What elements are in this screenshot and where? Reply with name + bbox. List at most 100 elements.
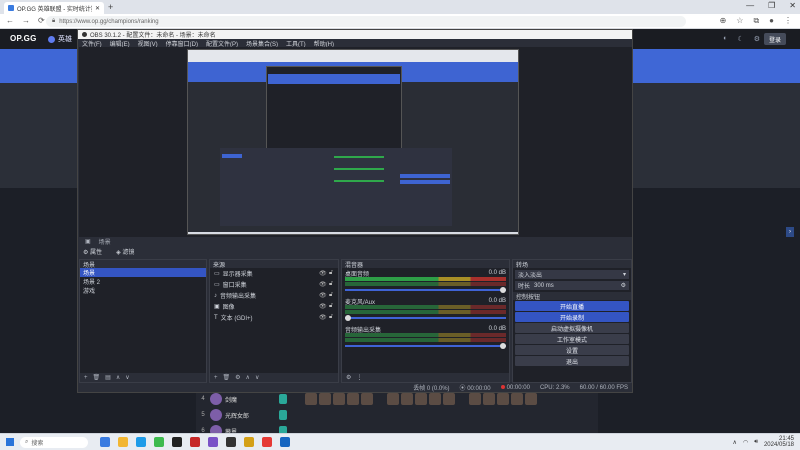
source-item[interactable]: ▭ 窗口采集 👁︎ 🔓︎ [210,279,338,290]
zoom-icon[interactable]: ⊕ [720,16,727,26]
transition-select[interactable]: 淡入淡出 ▾ [515,270,629,279]
dark-mode-icon[interactable]: ☾ [737,35,743,43]
volume-icon[interactable]: 🔊︎ [754,439,758,446]
lock-icon[interactable]: 🔓︎ [328,314,334,321]
visibility-eye-icon[interactable]: 👁︎ [319,292,327,299]
scene-item[interactable]: 游戏 [80,286,206,295]
studio-mode-button[interactable]: 工作室模式 [515,334,629,344]
filters-button[interactable]: ◈ 滤镜 [116,247,134,256]
slider-knob[interactable] [345,315,351,321]
rec-time: 00:00:00 [506,384,530,391]
start-recording-button[interactable]: 开始录制 [515,312,629,322]
volume-slider[interactable] [345,287,506,293]
network-icon[interactable]: ◠ [743,439,748,446]
mixer-track: 音频输出采集 0.0 dB [342,324,509,352]
move-down-icon[interactable]: ∨ [125,374,129,381]
preview-canvas[interactable] [187,49,519,235]
row-rank: 4 [201,396,205,402]
taskbar-search[interactable]: ⌕ 搜索 [20,437,88,448]
champion-name: 光辉女郎 [225,413,250,420]
virtual-camera-button[interactable]: 启动虚拟摄像机 [515,323,629,333]
slider-knob[interactable] [500,343,506,349]
windows-start-icon[interactable] [6,438,14,446]
visibility-eye-icon[interactable]: 👁︎ [319,281,327,288]
lock-icon[interactable]: 🔓︎ [328,303,334,310]
table-row[interactable]: 4 剑魔 [196,391,598,407]
clock[interactable]: 21:45 2024/05/18 [764,436,794,448]
source-label: 音频输出采集 [220,294,257,300]
site-game-selector[interactable]: 英雄 [48,34,72,44]
lock-icon[interactable]: 🔓︎ [328,281,334,288]
url-input[interactable]: 🔒︎ https://www.op.gg/champions/ranking [46,16,686,27]
properties-button[interactable]: ⚙ 属性 [83,247,102,256]
volume-slider[interactable] [345,315,506,321]
steam-icon[interactable] [172,437,182,447]
explorer-icon[interactable] [100,437,110,447]
tier-badge [279,394,287,404]
source-item[interactable]: ▭ 显示器采集 👁︎ 🔓︎ [210,268,338,279]
wechat-icon[interactable] [154,437,164,447]
exit-button[interactable]: 退出 [515,356,629,366]
gear-icon[interactable]: ⚙ [621,282,626,289]
visibility-eye-icon[interactable]: 👁︎ [319,314,327,321]
obs-taskbar-icon[interactable] [226,437,236,447]
delete-icon[interactable]: 🗑︎ [223,374,231,381]
source-item[interactable]: ♪ 音频输出采集 👁︎ 🔓︎ [210,290,338,301]
image-icon: ▣ [214,304,220,310]
add-icon[interactable]: + [84,375,88,381]
netease-icon[interactable] [190,437,200,447]
back-arrow-icon[interactable]: ← [6,16,14,25]
lock-icon[interactable]: 🔓︎ [328,270,334,277]
settings-icon[interactable]: ⚙ [754,35,760,43]
scene-item[interactable]: 场景 [80,268,206,277]
start-streaming-button[interactable]: 开始直播 [515,301,629,311]
move-up-icon[interactable]: ∧ [116,374,120,381]
extensions-icon[interactable]: ⧉ [753,16,759,26]
mixer-settings-icon[interactable]: ⚙ [346,374,351,381]
table-row[interactable]: 5 光辉女郎 [196,407,598,423]
app-icon[interactable] [208,437,218,447]
move-up-icon[interactable]: ∧ [246,374,250,381]
profile-icon[interactable]: ● [769,16,774,26]
reload-icon[interactable]: ⟳ [38,16,45,25]
delete-icon[interactable]: 🗑︎ [93,374,101,381]
edge-icon[interactable] [136,437,146,447]
star-icon[interactable]: ☆ [736,16,743,26]
settings-button[interactable]: 设置 [515,345,629,355]
chevron-up-icon[interactable]: ∧ [733,439,737,446]
translate-icon[interactable]: ◐ [723,35,727,43]
app-icon[interactable] [262,437,272,447]
close-window-button[interactable]: ✕ [789,1,796,10]
new-tab-button[interactable]: + [108,2,113,12]
volume-slider[interactable] [345,343,506,349]
transition-duration[interactable]: 时长 300 ms ⚙ [515,281,629,290]
source-item[interactable]: ▣ 图像 👁︎ 🔓︎ [210,301,338,312]
tab-close-icon[interactable]: ✕ [95,5,100,12]
league-icon[interactable] [244,437,254,447]
add-icon[interactable]: + [214,375,218,381]
login-button[interactable]: 登录 [764,33,786,45]
forward-arrow-icon[interactable]: → [22,16,30,25]
slider-knob[interactable] [500,287,506,293]
tier-badge [279,410,287,420]
app-icon[interactable] [280,437,290,447]
maximize-button[interactable]: ❐ [768,1,775,10]
visibility-eye-icon[interactable]: 👁︎ [319,303,327,310]
site-logo[interactable]: OP.GG [10,34,37,43]
lock-icon: 🔒︎ [52,18,56,24]
browser-tab[interactable]: OP.GG 英雄联盟 - 实时统计数据 ✕ [4,2,104,14]
source-item[interactable]: T 文本 (GDI+) 👁︎ 🔓︎ [210,312,338,323]
menu-icon[interactable]: ⋮ [784,16,792,26]
move-down-icon[interactable]: ∨ [255,374,259,381]
sources-dock-title: 来源 [210,260,338,269]
gear-icon[interactable]: ⚙ [235,374,240,381]
filter-icon[interactable]: ▤ [105,374,111,381]
obs-preview[interactable] [79,47,632,237]
side-expand-icon[interactable]: › [786,227,794,237]
scene-item[interactable]: 场景 2 [80,277,206,286]
lock-icon[interactable]: 🔓︎ [328,292,334,299]
visibility-eye-icon[interactable]: 👁︎ [319,270,327,277]
folder-icon[interactable] [118,437,128,447]
minimize-button[interactable]: — [746,1,754,10]
more-options-icon[interactable]: ⋮ [356,374,362,381]
